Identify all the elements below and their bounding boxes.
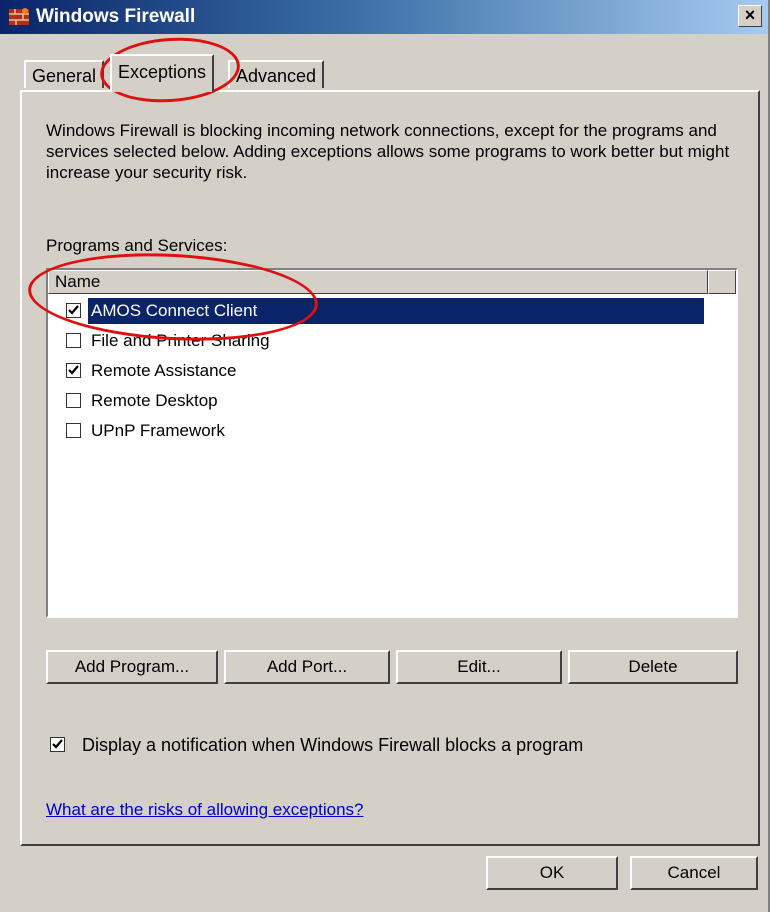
list-item-label: AMOS Connect Client (88, 298, 704, 324)
list-item-label: Remote Assistance (91, 361, 237, 380)
column-header-filler (708, 270, 736, 294)
programs-group-label: Programs and Services: (46, 236, 228, 255)
ok-button[interactable]: OK (486, 856, 618, 890)
edit-button[interactable]: Edit... (396, 650, 562, 684)
add-port-button[interactable]: Add Port... (224, 650, 390, 684)
window-title: Windows Firewall (36, 6, 196, 27)
checkbox[interactable] (66, 333, 81, 348)
check-icon (68, 305, 79, 315)
list-item-label: UPnP Framework (91, 421, 225, 440)
notification-checkbox[interactable] (50, 737, 65, 752)
checkbox[interactable] (66, 423, 81, 438)
checkbox[interactable] (66, 393, 81, 408)
tab-exceptions[interactable]: Exceptions (110, 54, 215, 92)
checkbox[interactable] (66, 363, 81, 378)
close-button[interactable]: × (738, 5, 762, 27)
tab-general[interactable]: General (24, 60, 105, 88)
list-item-label: Remote Desktop (91, 391, 218, 410)
close-icon: × (744, 5, 756, 25)
list-item-label: File and Printer Sharing (91, 331, 270, 350)
description-text: Windows Firewall is blocking incoming ne… (46, 121, 730, 182)
checkbox[interactable] (66, 303, 81, 318)
delete-button[interactable]: Delete (568, 650, 738, 684)
check-icon (52, 739, 63, 749)
notification-label: Display a notification when Windows Fire… (82, 735, 584, 755)
add-program-button[interactable]: Add Program... (46, 650, 218, 684)
tab-advanced[interactable]: Advanced (228, 60, 325, 88)
programs-list[interactable]: Name AMOS Connect Client File and Printe… (46, 268, 738, 618)
cancel-button[interactable]: Cancel (630, 856, 758, 890)
firewall-dialog: Windows Firewall × General Exceptions Ad… (0, 0, 770, 912)
firewall-icon (9, 8, 29, 25)
check-icon (68, 365, 79, 375)
risks-link[interactable]: What are the risks of allowing exception… (46, 800, 364, 820)
column-header-name[interactable]: Name (48, 270, 708, 294)
title-bar[interactable]: Windows Firewall × (0, 0, 768, 34)
